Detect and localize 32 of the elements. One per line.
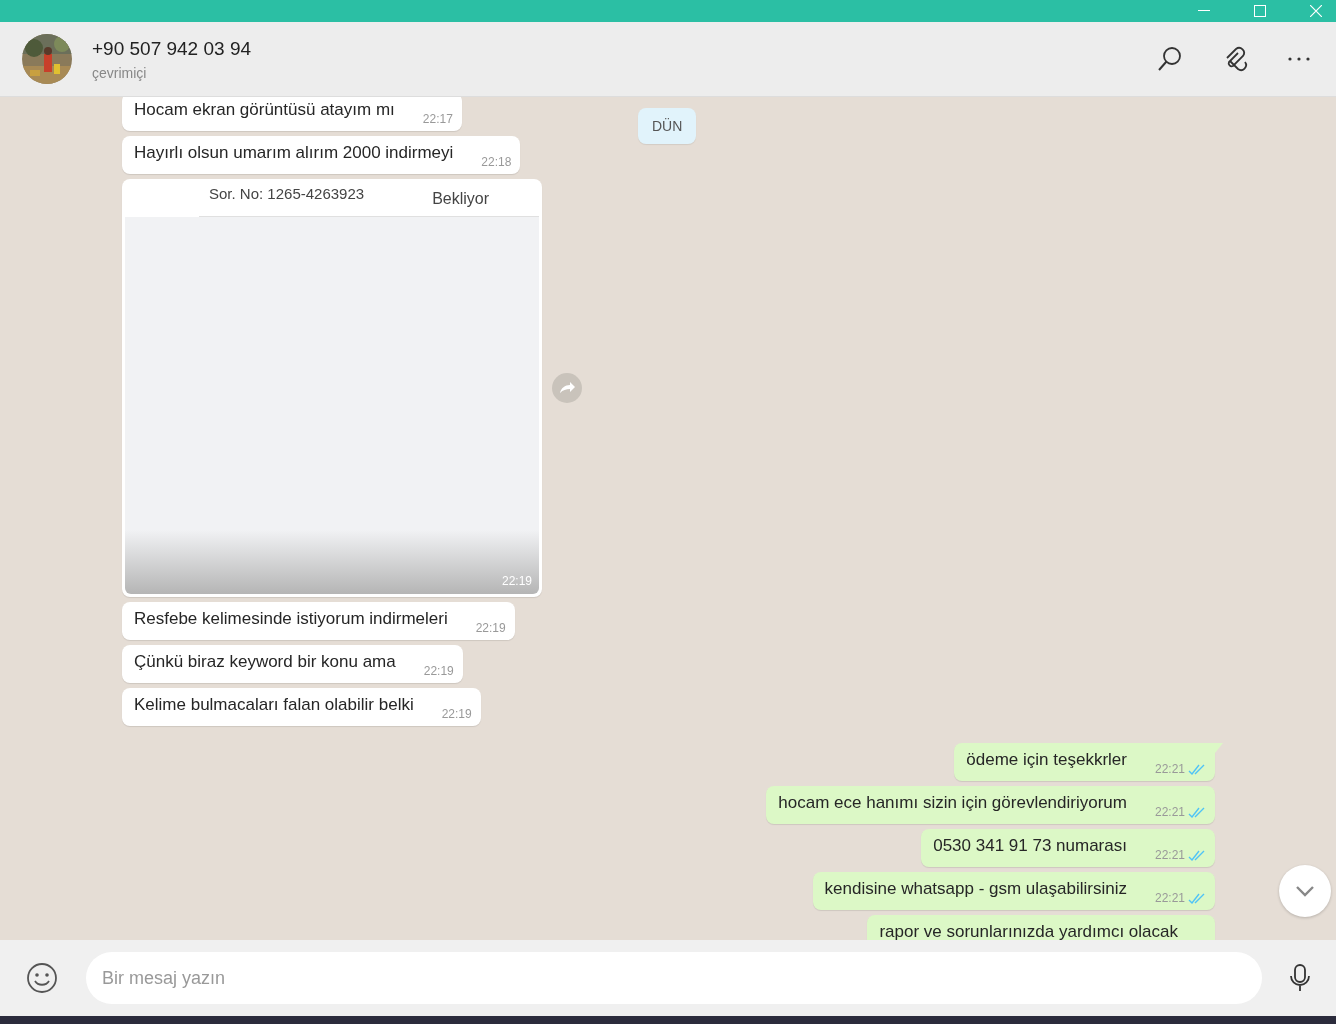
message-time: 22:21 <box>1154 848 1185 862</box>
screenshot-text: Bekliyor <box>432 190 490 209</box>
screenshot-text: Sor. No: 1265-4263923 <box>209 185 365 204</box>
message-text: Kelime bulmacaları falan olabilir belki <box>134 695 414 716</box>
message-time: 22:21 <box>1154 762 1185 776</box>
message-text: Resfebe kelimesinde istiyorum indirmeleri <box>134 609 448 630</box>
message-time: 22:21 <box>1154 891 1185 905</box>
message-text: Hayırlı olsun umarım alırım 2000 indirmeyi <box>134 143 454 164</box>
chevron-down-icon <box>1295 885 1315 897</box>
message-text: ödeme için teşekkrler <box>966 750 1127 771</box>
microphone-icon[interactable] <box>1290 964 1310 992</box>
message-time: 22:17 <box>422 112 453 126</box>
message-text: 0530 341 91 73 numarası <box>933 836 1127 857</box>
contact-name: +90 507 942 03 94 <box>92 37 251 60</box>
message-text: kendisine whatsapp - gsm ulaşabilirsiniz <box>824 879 1127 900</box>
message-time: 22:21 <box>1154 805 1185 819</box>
message-text: rapor ve sorunlarınızda yardımcı olacak <box>879 922 1178 940</box>
message-time: 22:19 <box>441 707 472 721</box>
more-icon[interactable] <box>1287 56 1311 62</box>
message-text: Çünkü biraz keyword bir konu ama <box>134 652 396 673</box>
message-time: 22:18 <box>481 155 512 169</box>
contact-status: çevrimiçi <box>92 64 148 81</box>
message-time: 22:19 <box>423 664 454 678</box>
date-chip: DÜN <box>638 108 697 144</box>
message-text: hocam ece hanımı sizin için görevlendiriyorum <box>778 793 1127 814</box>
message-input[interactable]: Bir mesaj yazın <box>86 952 1262 1004</box>
search-icon[interactable] <box>1157 46 1183 72</box>
emoji-icon[interactable] <box>26 962 58 994</box>
message-text: Hocam ekran görüntüsü atayım mı <box>134 100 395 121</box>
message-time: 22:19 <box>475 621 506 635</box>
image-message[interactable]: Sor. No: 1265-4263923 Bekliyor 22:19 <box>122 179 542 597</box>
message-time: 22:19 <box>501 574 532 588</box>
